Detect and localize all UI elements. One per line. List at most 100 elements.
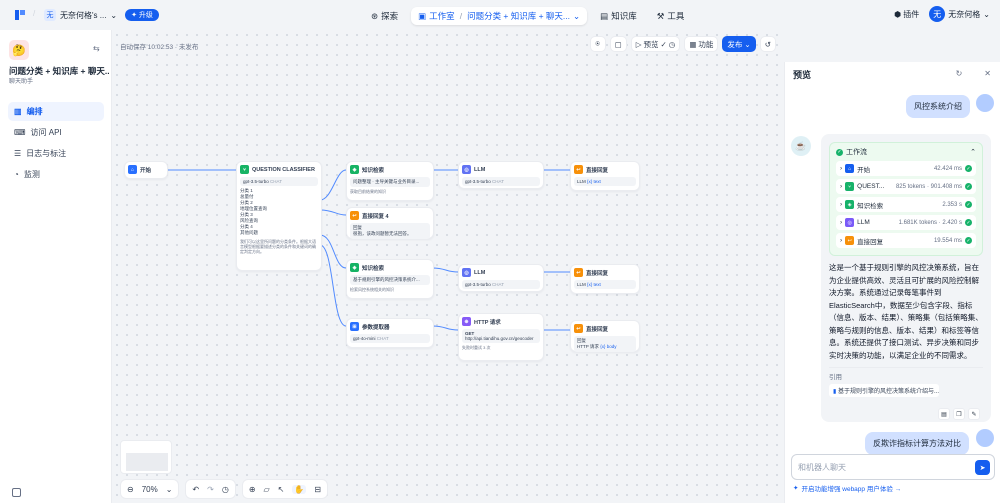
sidebar: 🤔 ⇆ 问题分类 + 知识库 + 聊天... 聊天助手 ▥ 编排 ⌨ 访问 API … xyxy=(0,30,112,503)
node-llm-2[interactable]: ◎ LLM gpt-3.5-turbo CHAT xyxy=(458,264,544,292)
undo-icon[interactable]: ↶ xyxy=(192,485,199,494)
toolbox-icon: ⚒ xyxy=(656,10,665,21)
minimap-viewport xyxy=(126,453,168,471)
home-icon: ⌂ xyxy=(845,164,855,173)
restart-icon[interactable]: ↻ xyxy=(956,69,963,78)
sidebar-item-monitor[interactable]: ◔ 监测 xyxy=(8,165,104,184)
home-icon: ⌂ xyxy=(128,165,137,174)
classifier-icon: ⑂ xyxy=(845,182,855,191)
answer-text: 回复 很抱，该政问题暂无法回答。 xyxy=(350,223,430,239)
app-icon: 🤔 xyxy=(9,40,29,60)
trace-row[interactable]: › ↩ 直接回复 19.554 ms ✓ xyxy=(836,233,976,248)
settings-toggle-icon[interactable]: ⇆ xyxy=(93,44,100,53)
pointer-icon[interactable]: ↖ xyxy=(278,485,285,494)
compass-icon: ⊛ xyxy=(371,10,379,21)
globe-icon: ⊕ xyxy=(462,317,471,326)
nav-knowledge[interactable]: ▤ 知识库 xyxy=(593,7,644,25)
user-message: 反欺诈指标计算方法对比 xyxy=(865,432,969,455)
answer-var: LLM {x} text xyxy=(574,280,636,289)
close-icon[interactable]: ✕ xyxy=(984,69,991,78)
bot-avatar: ☕ xyxy=(791,136,811,156)
citation-item[interactable]: ▮ 基于规则引擎的风控决策系统介绍与... xyxy=(829,384,939,397)
nav-tools[interactable]: ⚒ 工具 xyxy=(650,7,692,25)
node-start[interactable]: ⌂ 开始 xyxy=(124,161,168,179)
layout-icon[interactable]: ⊟ xyxy=(314,485,321,494)
current-app-crumb[interactable]: 问题分类 + 知识库 + 聊天... xyxy=(467,10,570,22)
send-button[interactable]: ➤ xyxy=(975,460,990,475)
canvas-bottom-bar: ⊖ 70% ⌄ ↶ ↷ ◷ ⊕ ▱ ↖ ✋ ⊟ xyxy=(120,479,329,499)
node-answer-2[interactable]: ↩ 直接回复 LLM {x} text xyxy=(570,264,640,294)
user-menu[interactable]: 无无奈何格 ⌄ xyxy=(929,6,990,22)
check-icon: ✓ xyxy=(965,201,972,208)
user-message: 风控系统介绍 xyxy=(906,95,970,118)
workspace-switcher[interactable]: 无 无奈何格's ... ⌄ ✦ 升级 xyxy=(44,9,159,21)
trace-row[interactable]: › ⑂ QUEST... 825 tokens · 901.408 ms ✓ xyxy=(836,179,976,194)
trace-row[interactable]: › ◎ LLM 1.681K tokens · 2.420 s ✓ xyxy=(836,215,976,230)
top-right: ⬢ 插件 无无奈何格 ⌄ xyxy=(894,6,990,22)
logo-icon[interactable] xyxy=(14,9,26,21)
workflow-canvas[interactable]: 自动保存 10:02:53 · 未发布 ⍟ ▢ ▷ 预览 ✓ ◷ ▦ 功能 发布 ⌄ ↺ … xyxy=(112,30,784,503)
chat-input[interactable]: 和机器人聊天 ➤ xyxy=(791,454,995,480)
class-3: 分类 3 风险查询 xyxy=(240,212,258,223)
log-icon[interactable]: ▤ xyxy=(938,408,950,420)
features-footer-link[interactable]: ✦ 开启功能增强 webapp 用户体验 → xyxy=(793,483,901,493)
redo-icon[interactable]: ↷ xyxy=(207,485,214,494)
add-node-icon[interactable]: ⊕ xyxy=(249,485,256,494)
sidebar-item-logs[interactable]: ☰ 日志与标注 xyxy=(8,144,104,163)
sidebar-item-orchestrate[interactable]: ▥ 编排 xyxy=(8,102,104,121)
node-description: 我们可以这里所问题的分类条件。根据大语言模型根据要描述分类的条件和关键词的确定判… xyxy=(240,239,316,254)
history-icon[interactable]: ◷ xyxy=(222,485,229,494)
collapse-sidebar-icon[interactable] xyxy=(12,488,21,497)
http-url: GET http://api.tiandihu.gov.cn/geocoder xyxy=(462,329,540,343)
knowledge-icon: ◈ xyxy=(350,263,359,272)
llm-icon: ◎ xyxy=(462,165,471,174)
minimap[interactable] xyxy=(120,440,172,474)
sidebar-menu: ▥ 编排 ⌨ 访问 API ☰ 日志与标注 ◔ 监测 xyxy=(8,102,104,186)
answer-text: 这是一个基于规则引擎的风控决策系统，旨在为企业提供高效、灵活且可扩展的风险控制解… xyxy=(829,263,983,360)
answer-icon: ↩ xyxy=(574,268,583,277)
node-llm-1[interactable]: ◎ LLM gpt-3.5-turbo CHAT xyxy=(458,161,544,189)
check-icon: ✓ xyxy=(965,165,972,172)
llm-icon: ◎ xyxy=(845,218,855,227)
node-description: 获取目前结果的知识 xyxy=(350,189,386,194)
chevron-right-icon: › xyxy=(840,201,843,208)
knowledge-icon: ◈ xyxy=(845,200,855,209)
node-knowledge-retrieval-1[interactable]: ◈ 知识检索 问题整理 · 主导关键与业务目录... 获取目前结果的知识 xyxy=(346,161,434,201)
node-answer-3[interactable]: ↩ 直接回复 回复 HTTP 请求 {x} body xyxy=(570,320,640,352)
chevron-right-icon: › xyxy=(840,237,843,244)
node-answer-1[interactable]: ↩ 直接回复 LLM {x} text xyxy=(570,161,640,191)
nav-studio[interactable]: ▣ 工作室 / 问题分类 + 知识库 + 聊天... ⌄ xyxy=(411,7,588,25)
node-knowledge-retrieval-2[interactable]: ◈ 知识检索 基于规则引擎的风控决策系统介... 检索风控系统相关的知识 xyxy=(346,259,434,299)
edges xyxy=(168,169,570,331)
node-question-classifier[interactable]: ⑂ QUESTION CLASSIFIER gpt-3.5-turbo CHAT … xyxy=(236,161,322,271)
book-icon: ▤ xyxy=(600,10,609,21)
plugins-button[interactable]: ⬢ 插件 xyxy=(894,9,919,20)
hand-icon[interactable]: ✋ xyxy=(292,484,307,494)
model-row: gpt-3.5-turbo CHAT xyxy=(462,280,540,289)
knowledge-icon: ◈ xyxy=(350,165,359,174)
node-http-request[interactable]: ⊕ HTTP 请求 GET http://api.tiandihu.gov.cn/… xyxy=(458,313,544,361)
chevron-down-icon: ⌄ xyxy=(165,484,173,494)
nav-explore[interactable]: ⊛ 探索 xyxy=(364,7,405,25)
workflow-trace[interactable]: ✓ 工作流 ⌃ › ⌂ 开始 42.424 ms ✓ › ⑂ QUEST... 825 token… xyxy=(829,142,983,256)
llm-icon: ◎ xyxy=(462,268,471,277)
trace-row[interactable]: › ◈ 知识检索 2.353 s ✓ xyxy=(836,197,976,212)
note-icon[interactable]: ▱ xyxy=(264,485,270,494)
sidebar-item-api[interactable]: ⌨ 访问 API xyxy=(8,123,104,142)
annotate-icon[interactable]: ✎ xyxy=(968,408,980,420)
check-icon: ✓ xyxy=(965,237,972,244)
model-row: gpt-3.5-turbo CHAT xyxy=(462,177,540,186)
avatar: 无 xyxy=(929,6,946,22)
avatar xyxy=(976,94,994,112)
dataset-row: 问题整理 · 主导关键与业务目录... xyxy=(350,177,430,187)
zoom-out-icon[interactable]: ⊖ xyxy=(127,485,134,494)
workspace-avatar: 无 xyxy=(44,9,56,21)
chevron-up-icon[interactable]: ⌃ xyxy=(970,148,976,156)
trace-row[interactable]: › ⌂ 开始 42.424 ms ✓ xyxy=(836,161,976,176)
zoom-control[interactable]: ⊖ 70% ⌄ xyxy=(120,479,180,499)
copy-icon[interactable]: ❐ xyxy=(953,408,965,420)
upgrade-button[interactable]: ✦ 升级 xyxy=(125,9,159,21)
main-nav: ⊛ 探索 ▣ 工作室 / 问题分类 + 知识库 + 聊天... ⌄ ▤ 知识库 ⚒ 工具 xyxy=(364,7,691,25)
node-parameter-extractor[interactable]: ⊞ 参数提取器 gpt-4o-mini CHAT xyxy=(346,318,434,348)
node-answer-4[interactable]: ↩ 直接回复 4 回复 很抱，该政问题暂无法回答。 xyxy=(346,207,434,239)
